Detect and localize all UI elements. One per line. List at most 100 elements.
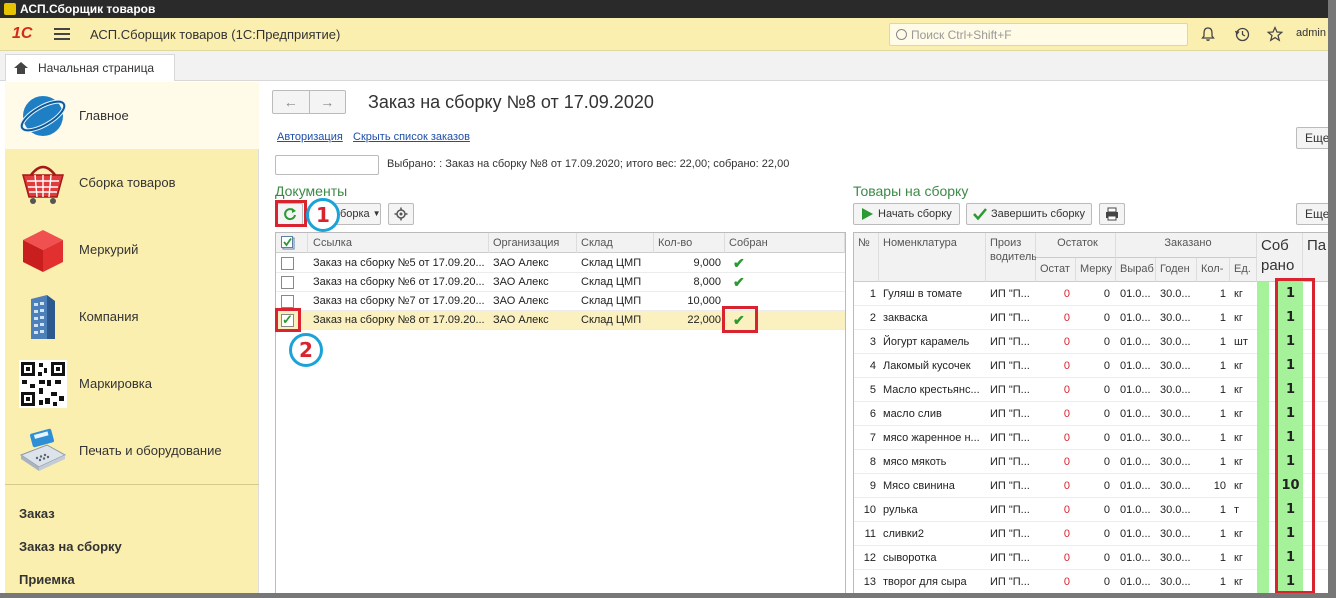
cell-collected[interactable]: 1 <box>1278 330 1303 354</box>
col-header-done[interactable]: Собран <box>725 233 845 253</box>
start-assembly-button[interactable]: Начать сборку <box>853 203 960 225</box>
goods-row[interactable]: 11 сливки2 ИП "П... 0 0 01.0... 30.0... 1 кг 1 <box>854 522 1335 546</box>
col-header-ref[interactable]: Ссылка <box>309 233 489 253</box>
goods-row[interactable]: 3 Йогурт карамель ИП "П... 0 0 01.0... 30.0...… <box>854 330 1335 354</box>
tab-home[interactable]: Начальная страница <box>5 54 175 81</box>
cell-collected[interactable]: 1 <box>1278 306 1303 330</box>
start-assembly-label: Начать сборку <box>878 208 952 220</box>
cell-collected[interactable]: 1 <box>1278 522 1303 546</box>
cell-collected[interactable]: 1 <box>1278 570 1303 594</box>
menu-icon[interactable] <box>54 28 70 40</box>
finish-assembly-button[interactable]: Завершить сборку <box>966 203 1092 225</box>
cell-ref[interactable]: Заказ на сборку №6 от 17.09.20... <box>309 273 489 292</box>
goods-row[interactable]: 4 Лакомый кусочек ИП "П... 0 0 01.0... 30.0...… <box>854 354 1335 378</box>
goods-row[interactable]: 5 Масло крестьянс... ИП "П... 0 0 01.0... 30.0… <box>854 378 1335 402</box>
col-header-ordered-qty[interactable]: Кол- <box>1197 258 1230 282</box>
sidebar-link-order[interactable]: Заказ <box>19 506 55 521</box>
col-header-stock-mercury[interactable]: Мерку <box>1076 258 1116 282</box>
col-header-ordered-date[interactable]: Выраб <box>1116 258 1156 282</box>
cell-collected[interactable]: 10 <box>1278 474 1303 498</box>
documents-row[interactable]: Заказ на сборку №8 от 17.09.20... ЗАО Але… <box>276 311 845 330</box>
row-checkbox[interactable] <box>281 312 294 328</box>
cell-collected[interactable]: 1 <box>1278 546 1303 570</box>
print-button[interactable] <box>1099 203 1125 225</box>
cell-collected[interactable]: 1 <box>1278 498 1303 522</box>
col-header-ordered[interactable]: Заказано <box>1116 233 1257 258</box>
goods-row[interactable]: 1 Гуляш в томате ИП "П... 0 0 01.0... 30.0... 1… <box>854 282 1335 306</box>
gear-icon <box>394 207 408 221</box>
sidebar-link-receiving[interactable]: Приемка <box>19 572 75 587</box>
search-input[interactable]: Поиск Ctrl+Shift+F <box>889 23 1188 46</box>
forward-arrow-icon[interactable]: → <box>310 91 346 113</box>
filter-input[interactable] <box>275 155 379 175</box>
documents-row[interactable]: Заказ на сборку №6 от 17.09.20... ЗАО Але… <box>276 273 845 292</box>
star-icon[interactable] <box>1266 26 1284 42</box>
documents-row[interactable]: Заказ на сборку №5 от 17.09.20... ЗАО Але… <box>276 254 845 273</box>
sidebar-item-mercury[interactable]: Меркурий <box>5 216 259 283</box>
sidebar-item-company[interactable]: Компания <box>5 283 259 350</box>
select-all-checkbox[interactable] <box>276 233 308 253</box>
cell-num: 8 <box>869 456 876 468</box>
goods-row[interactable]: 2 закваска ИП "П... 0 0 01.0... 30.0... 1 кг 1 <box>854 306 1335 330</box>
history-icon[interactable] <box>1234 26 1250 42</box>
col-header-name[interactable]: Номенклатура <box>879 233 986 282</box>
cell-producer: ИП "П... <box>990 528 1030 540</box>
documents-row[interactable]: Заказ на сборку №7 от 17.09.20... ЗАО Але… <box>276 292 845 311</box>
col-header-org[interactable]: Организация <box>489 233 577 253</box>
cell-collected[interactable]: 1 <box>1278 426 1303 450</box>
col-header-warehouse[interactable]: Склад <box>577 233 654 253</box>
link-authorization[interactable]: Авторизация <box>277 131 343 143</box>
sidebar-item-assembly[interactable]: Сборка товаров <box>5 149 259 216</box>
cell-num: 10 <box>863 504 876 516</box>
cell-ref[interactable]: Заказ на сборку №5 от 17.09.20... <box>309 254 489 273</box>
goods-row[interactable]: 13 творог для сыра ИП "П... 0 0 01.0... 30.0..… <box>854 570 1335 594</box>
bell-icon[interactable] <box>1200 26 1216 42</box>
goods-row[interactable]: 8 мясо мякоть ИП "П... 0 0 01.0... 30.0... 1 кг 1 <box>854 450 1335 474</box>
cell-ref[interactable]: Заказ на сборку №7 от 17.09.20... <box>309 292 489 311</box>
link-hide-orders[interactable]: Скрыть список заказов <box>353 131 470 143</box>
settings-button[interactable] <box>388 203 414 225</box>
back-arrow-icon[interactable]: ← <box>273 91 310 113</box>
goods-row[interactable]: 10 рулька ИП "П... 0 0 01.0... 30.0... 1 т 1 <box>854 498 1335 522</box>
sidebar-item-label: Главное <box>79 108 129 123</box>
refresh-button[interactable] <box>277 203 303 225</box>
cell-stock-mercury: 0 <box>1103 480 1110 492</box>
col-header-ordered-valid[interactable]: Годен <box>1156 258 1197 282</box>
goods-row[interactable]: 6 масло слив ИП "П... 0 0 01.0... 30.0... 1 кг 1 <box>854 402 1335 426</box>
row-checkbox[interactable] <box>281 257 294 270</box>
sidebar-item-marking[interactable]: Маркировка <box>5 350 259 417</box>
cell-stock-rest: 0 <box>1063 336 1070 348</box>
cell-num: 13 <box>863 576 876 588</box>
goods-row[interactable]: 7 мясо жаренное н... ИП "П... 0 0 01.0... 30.0… <box>854 426 1335 450</box>
col-header-stock-rest[interactable]: Остат <box>1036 258 1076 282</box>
cell-producer: ИП "П... <box>990 312 1030 324</box>
1c-logo[interactable]: 1С <box>12 25 46 43</box>
col-header-num[interactable]: № <box>854 233 879 282</box>
sidebar-item-main[interactable]: Главное <box>5 82 259 149</box>
cell-collected[interactable]: 1 <box>1278 450 1303 474</box>
cell-collected[interactable]: 1 <box>1278 354 1303 378</box>
refresh-icon <box>284 208 296 221</box>
col-header-producer[interactable]: Произ водитель <box>986 233 1037 282</box>
col-header-ordered-unit[interactable]: Ед. <box>1230 258 1257 282</box>
cell-name: сливки2 <box>883 528 924 540</box>
col-header-collected[interactable]: Соб рано <box>1257 233 1303 282</box>
col-header-qty[interactable]: Кол-во <box>654 233 725 253</box>
sidebar-item-label: Меркурий <box>79 242 139 257</box>
row-checkbox[interactable] <box>281 295 294 308</box>
cell-collected[interactable]: 1 <box>1278 282 1303 306</box>
cell-qty: 1 <box>1219 336 1226 348</box>
col-header-stock[interactable]: Остаток <box>1036 233 1116 258</box>
cell-collected[interactable]: 1 <box>1278 378 1303 402</box>
sidebar-link-assembly-order[interactable]: Заказ на сборку <box>19 539 122 554</box>
goods-row[interactable]: 12 сыворотка ИП "П... 0 0 01.0... 30.0... 1 кг 1 <box>854 546 1335 570</box>
goods-row[interactable]: 9 Мясо свинина ИП "П... 0 0 01.0... 30.0... 10 к… <box>854 474 1335 498</box>
cell-collected-margin <box>1257 426 1269 450</box>
user-name[interactable]: admin <box>1296 27 1326 39</box>
cell-collected[interactable]: 1 <box>1278 402 1303 426</box>
cell-stock-mercury: 0 <box>1103 312 1110 324</box>
sidebar-item-print[interactable]: Печать и оборудование <box>5 417 259 484</box>
row-checkbox[interactable] <box>281 276 294 289</box>
cell-ref[interactable]: Заказ на сборку №8 от 17.09.20... <box>309 311 489 330</box>
cell-stock-mercury: 0 <box>1103 360 1110 372</box>
